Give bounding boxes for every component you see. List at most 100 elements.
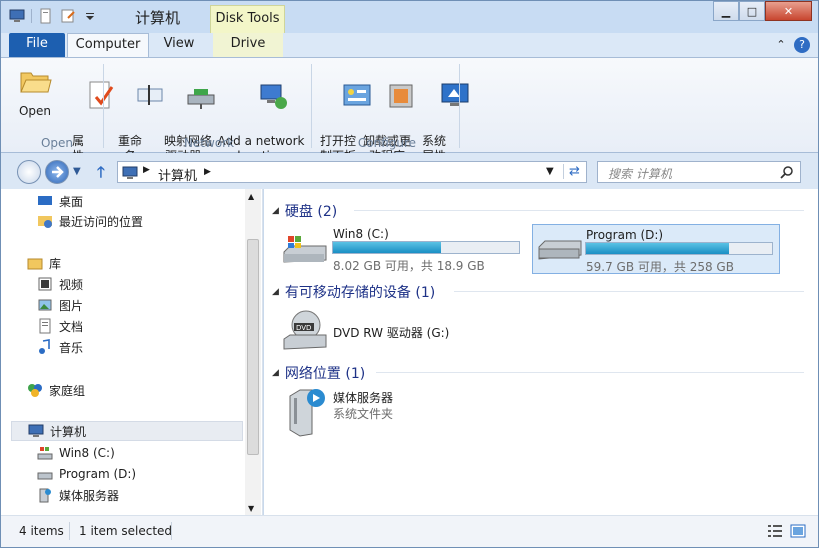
documents-icon (39, 318, 51, 334)
nav-scrollbar-thumb[interactable] (247, 239, 259, 455)
dvd-drive-icon: DVD (283, 310, 327, 350)
search-placeholder: 搜索 计算机 (608, 167, 672, 181)
title-bar: 计算机 Disk Tools ▁ □ ✕ (1, 1, 818, 33)
explorer-window: 计算机 Disk Tools ▁ □ ✕ File Computer View … (0, 0, 819, 548)
tab-view[interactable]: View (153, 33, 205, 57)
breadcrumb-separator-icon[interactable]: ▶ (204, 167, 211, 177)
media-server-icon (289, 389, 325, 437)
maximize-icon: □ (746, 4, 758, 18)
section-divider (454, 291, 804, 292)
recent-places-icon (38, 216, 52, 228)
libraries-icon (27, 258, 43, 270)
maximize-button[interactable]: □ (739, 1, 765, 21)
nav-item-libraries[interactable]: 库 (27, 253, 61, 273)
search-icon[interactable] (780, 165, 794, 179)
address-bar[interactable]: ▶ 计算机 ▶ ▼ ⇄ (117, 161, 587, 184)
large-icons-view-icon[interactable] (790, 523, 806, 539)
quick-access-toolbar (9, 7, 104, 25)
open-folder-icon (20, 72, 52, 93)
nav-item-pictures[interactable]: 图片 (37, 295, 83, 315)
up-arrow-icon[interactable]: 🡑 (97, 162, 105, 187)
drive-tile-d[interactable]: Program (D:) 59.7 GB 可用，共 258 GB (532, 224, 780, 274)
refresh-icon[interactable]: ⇄ (563, 164, 580, 179)
windows-drive-icon (283, 236, 327, 263)
nav-item-computer[interactable]: 计算机 (11, 421, 243, 441)
item-count: 4 items (19, 524, 64, 538)
back-button[interactable] (17, 160, 41, 184)
help-icon[interactable]: ? (794, 37, 810, 53)
disk-tools-context-tab[interactable]: Disk Tools (210, 5, 285, 33)
close-icon: ✕ (783, 4, 794, 18)
content-pane: ◢ 硬盘 (2) Win8 (C:) 8.02 GB 可用，共 18.9 GB … (264, 189, 818, 515)
hard-drive-icon (538, 240, 582, 260)
address-dropdown-icon[interactable]: ▼ (546, 166, 554, 177)
section-removable[interactable]: ◢ 有可移动存储的设备 (1) (272, 282, 435, 302)
tab-computer[interactable]: Computer (67, 33, 149, 57)
map-drive-icon (187, 89, 215, 109)
collapse-icon[interactable]: ◢ (272, 287, 279, 297)
windows-drive-icon (37, 447, 53, 460)
customize-qa-icon[interactable] (82, 8, 98, 24)
section-hard-disks[interactable]: ◢ 硬盘 (2) (272, 201, 337, 221)
svg-text:DVD: DVD (296, 324, 311, 332)
nav-item-recent[interactable]: 最近访问的位置 (37, 211, 143, 231)
nav-item-documents[interactable]: 文档 (37, 316, 83, 336)
drive-d-free-space: 59.7 GB 可用，共 258 GB (586, 260, 734, 274)
minimize-button[interactable]: ▁ (713, 1, 739, 21)
pictures-icon (38, 299, 52, 311)
system-properties-icon (441, 83, 469, 106)
minimize-ribbon-icon[interactable]: ⌃ (773, 37, 789, 53)
section-network[interactable]: ◢ 网络位置 (1) (272, 363, 365, 383)
details-view-icon[interactable] (767, 524, 783, 538)
window-title: 计算机 (135, 9, 181, 27)
drive-d-name: Program (D:) (586, 228, 664, 242)
navigation-bar: ▼ 🡑 ▶ 计算机 ▶ ▼ ⇄ 搜索 计算机 (1, 153, 818, 189)
network-location-icon (260, 84, 288, 109)
open-label: Open (18, 104, 52, 118)
group-open-label: Open (40, 136, 74, 150)
open-button[interactable]: Open (15, 64, 55, 119)
ribbon-tabs: File Computer View Drive ⌃ ? (1, 33, 818, 57)
computer-icon[interactable] (9, 8, 25, 24)
computer-icon (28, 424, 44, 437)
drive-c-usage-fill (333, 242, 441, 253)
nav-item-music[interactable]: 音乐 (37, 337, 83, 357)
nav-item-desktop[interactable]: 桌面 (37, 191, 83, 211)
nav-item-media-server[interactable]: 媒体服务器 (37, 485, 119, 505)
nav-item-videos[interactable]: 视频 (37, 274, 83, 294)
nav-item-homegroup[interactable]: 家庭组 (27, 380, 85, 400)
tab-drive[interactable]: Drive (213, 33, 283, 57)
section-divider (376, 372, 804, 373)
properties-icon[interactable] (38, 8, 54, 24)
drive-c-usage-bar (332, 241, 520, 254)
close-button[interactable]: ✕ (765, 1, 812, 21)
drive-d-usage-fill (586, 243, 730, 254)
nav-item-drive-d[interactable]: Program (D:) (37, 464, 136, 484)
desktop-icon (38, 196, 52, 205)
forward-button[interactable] (45, 160, 69, 184)
tab-file[interactable]: File (9, 33, 65, 57)
new-folder-icon[interactable] (60, 8, 76, 24)
scroll-down-icon[interactable]: ▼ (248, 504, 254, 513)
breadcrumb-computer[interactable]: 计算机 (158, 165, 197, 184)
recent-locations-dropdown[interactable]: ▼ (73, 166, 81, 177)
search-box[interactable]: 搜索 计算机 (597, 161, 801, 183)
minimize-icon: ▁ (721, 4, 731, 18)
nav-item-drive-c[interactable]: Win8 (C:) (37, 443, 115, 463)
collapse-icon[interactable]: ◢ (272, 368, 279, 378)
breadcrumb-separator-icon[interactable]: ▶ (143, 165, 150, 175)
media-server-name: 媒体服务器 (333, 391, 394, 405)
drive-tile-c[interactable]: Win8 (C:) 8.02 GB 可用，共 18.9 GB (280, 224, 528, 274)
media-server-tile[interactable]: 媒体服务器 系统文件夹 (280, 386, 528, 440)
dvd-drive-tile[interactable]: DVD DVD RW 驱动器 (G:) (280, 305, 528, 355)
ribbon-separator (459, 64, 460, 148)
group-configure-label: Configure (357, 136, 417, 150)
uninstall-icon (389, 84, 413, 108)
navigation-pane: 桌面 最近访问的位置 库 视频 图片 文档 音乐 家庭组 计算机 Win8 (C… (1, 189, 263, 515)
forward-arrow-icon (52, 166, 64, 178)
status-separator (69, 522, 70, 540)
homegroup-icon (28, 384, 42, 397)
ribbon-separator (311, 64, 312, 148)
scroll-up-icon[interactable]: ▲ (248, 192, 254, 201)
collapse-icon[interactable]: ◢ (272, 206, 279, 216)
